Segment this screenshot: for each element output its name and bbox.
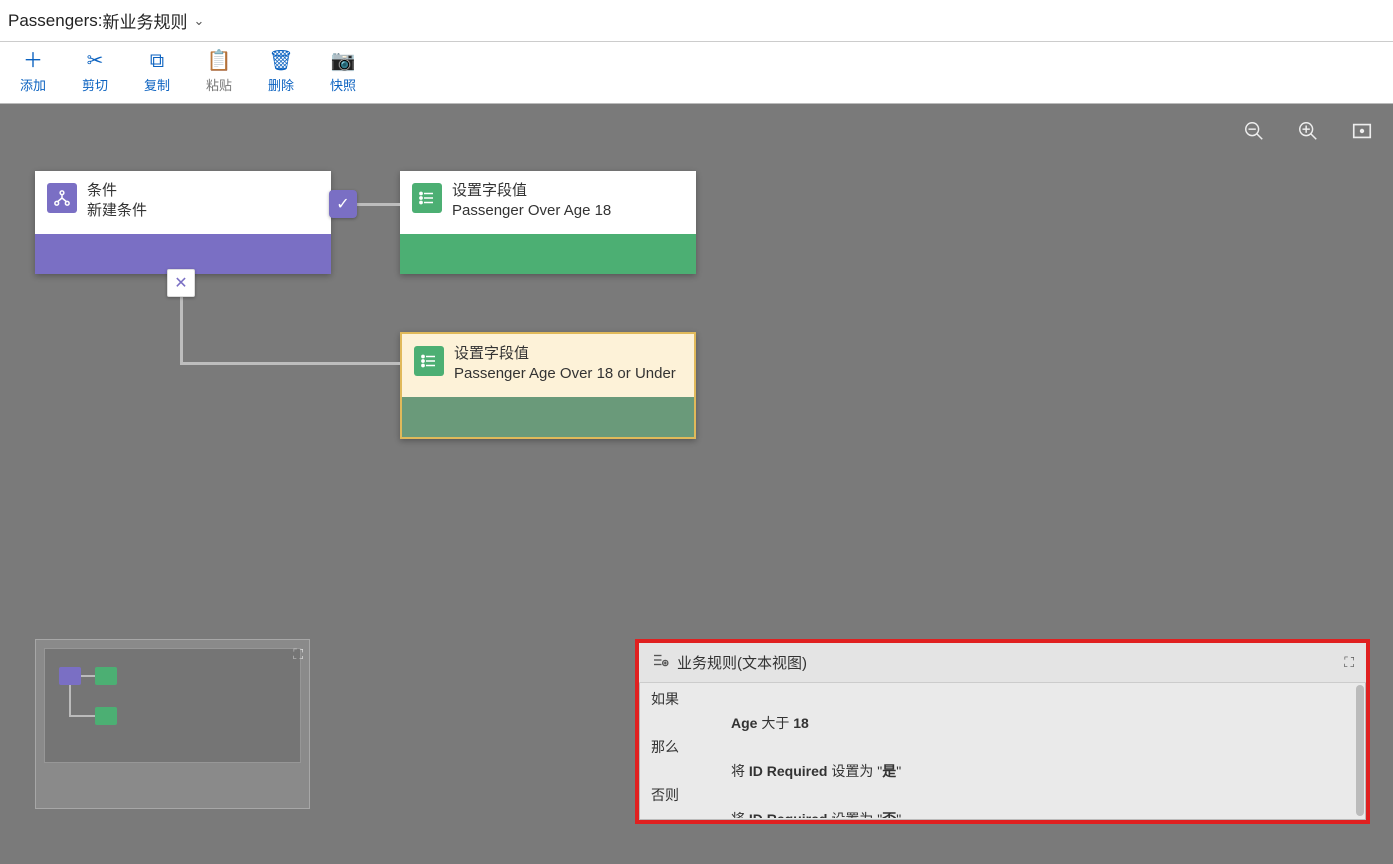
check-icon: ✓: [336, 194, 349, 214]
rule-panel-header: 业务规则(文本视图) ⛶: [639, 643, 1366, 683]
minimap[interactable]: ⛶: [35, 639, 310, 809]
condition-card[interactable]: 条件 新建条件: [35, 171, 331, 274]
minimap-viewport[interactable]: [44, 648, 301, 763]
delete-label: 删除: [268, 75, 294, 94]
if-op: 大于: [757, 715, 793, 731]
title-rulename: 新业务规则: [103, 8, 188, 33]
snapshot-button[interactable]: 📷 快照: [318, 45, 368, 101]
scrollbar[interactable]: [1356, 685, 1364, 816]
scissors-icon: ✂: [87, 51, 104, 71]
zoom-in-icon[interactable]: [1297, 120, 1319, 142]
add-button[interactable]: ＋ 添加: [8, 45, 58, 101]
card-footer: [402, 397, 694, 437]
minimap-line: [69, 685, 71, 715]
rule-icon: [651, 651, 669, 674]
title-entity: Passengers:: [8, 11, 103, 31]
else-post: ": [896, 811, 901, 818]
action-false-card[interactable]: 设置字段值 Passenger Age Over 18 or Under: [400, 332, 696, 439]
else-field: ID Required: [749, 811, 828, 818]
connector-false-h: [180, 362, 400, 365]
card-footer: [35, 234, 331, 274]
copy-label: 复制: [144, 75, 170, 94]
paste-icon: 📋: [207, 51, 232, 71]
minimap-node: [95, 707, 117, 725]
if-field: Age: [731, 715, 757, 731]
if-value: Age 大于 18: [731, 713, 1354, 733]
trash-icon: 🗑: [268, 51, 293, 71]
plus-icon: ＋: [23, 51, 43, 71]
paste-label: 粘贴: [206, 75, 232, 94]
chevron-down-icon[interactable]: ⌄: [194, 13, 205, 29]
action-false-subtitle: Passenger Age Over 18 or Under: [454, 364, 676, 384]
action-true-card[interactable]: 设置字段值 Passenger Over Age 18: [400, 171, 696, 274]
then-label: 那么: [651, 737, 731, 757]
minimap-line: [81, 675, 95, 677]
snapshot-label: 快照: [330, 75, 356, 94]
action-true-subtitle: Passenger Over Age 18: [452, 201, 611, 221]
fit-screen-icon[interactable]: [1351, 120, 1373, 142]
then-field: ID Required: [749, 763, 828, 779]
delete-button[interactable]: 🗑 删除: [256, 45, 306, 101]
condition-subtitle: 新建条件: [87, 201, 147, 221]
canvas[interactable]: 条件 新建条件 ✓ ✕ 设置字段值 Passenger Over Age 18: [0, 104, 1393, 864]
then-value: 将 ID Required 设置为 "是": [731, 761, 1354, 781]
minimap-node: [95, 667, 117, 685]
rule-panel-title: 业务规则(文本视图): [677, 652, 807, 673]
rule-panel-body: 如果 Age 大于 18 那么 将 ID Required 设置为 "是" 否则: [639, 683, 1366, 818]
camera-icon: 📷: [331, 51, 356, 71]
if-label: 如果: [651, 689, 731, 709]
else-mid: 设置为 ": [827, 811, 882, 818]
zoom-out-icon[interactable]: [1243, 120, 1265, 142]
then-pre: 将: [731, 763, 749, 779]
action-false-title: 设置字段值: [454, 344, 676, 364]
else-val: 否: [882, 811, 896, 818]
paste-button[interactable]: 📋 粘贴: [194, 45, 244, 101]
minimap-line: [69, 715, 95, 717]
card-footer: [400, 234, 696, 274]
page-title[interactable]: Passengers: 新业务规则 ⌄: [8, 8, 204, 33]
else-pre: 将: [731, 811, 749, 818]
if-num: 18: [793, 715, 809, 731]
zoom-controls: [1243, 120, 1373, 142]
copy-icon: ⧉: [150, 51, 164, 71]
close-icon: ✕: [174, 273, 187, 293]
branch-icon: [47, 183, 77, 213]
rule-text-panel: 业务规则(文本视图) ⛶ 如果 Age 大于 18 那么 将 ID Requir…: [635, 639, 1370, 824]
expand-icon[interactable]: ⛶: [1344, 654, 1354, 671]
connector-false-v: [180, 297, 183, 364]
cut-label: 剪切: [82, 75, 108, 94]
else-label: 否则: [651, 785, 731, 805]
list-icon: [414, 346, 444, 376]
then-val: 是: [882, 763, 896, 779]
condition-title: 条件: [87, 181, 147, 201]
then-post: ": [896, 763, 901, 779]
else-value: 将 ID Required 设置为 "否": [731, 809, 1354, 818]
header: Passengers: 新业务规则 ⌄: [0, 0, 1393, 42]
copy-button[interactable]: ⧉ 复制: [132, 45, 182, 101]
x-badge[interactable]: ✕: [167, 269, 195, 297]
then-mid: 设置为 ": [827, 763, 882, 779]
list-icon: [412, 183, 442, 213]
cut-button[interactable]: ✂ 剪切: [70, 45, 120, 101]
action-true-title: 设置字段值: [452, 181, 611, 201]
add-label: 添加: [20, 75, 46, 94]
toolbar: ＋ 添加 ✂ 剪切 ⧉ 复制 📋 粘贴 🗑 删除 📷 快照: [0, 42, 1393, 104]
minimap-node: [59, 667, 81, 685]
check-badge[interactable]: ✓: [329, 190, 357, 218]
